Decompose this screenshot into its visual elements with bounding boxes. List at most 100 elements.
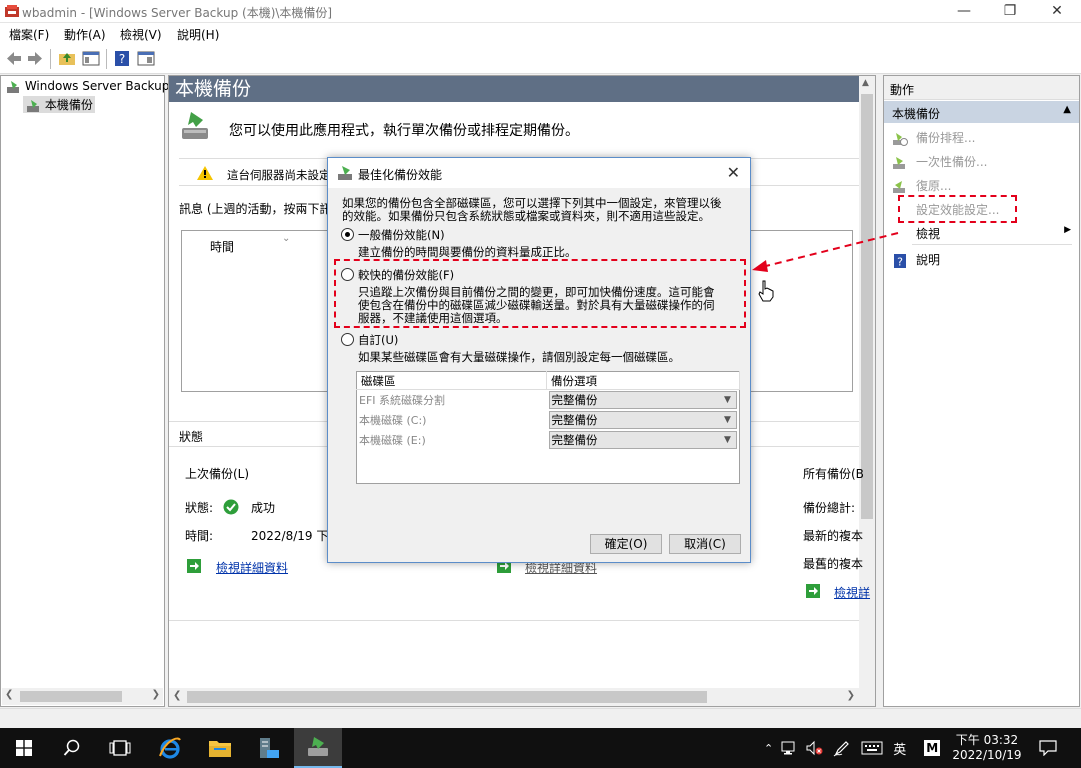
last-backup-details-link[interactable]: 檢視詳細資料 <box>216 559 288 576</box>
backup-option-select[interactable]: 完整備份 ▼ <box>548 410 737 429</box>
svg-text:?: ? <box>119 52 125 66</box>
recover-icon <box>893 180 905 193</box>
last-backup-status-value: 成功 <box>251 501 276 515</box>
tree-root-windows-server-backup[interactable]: Windows Server Backup <box>5 79 169 94</box>
clock[interactable]: 下午 03:32 2022/10/19 <box>952 728 1022 768</box>
up-folder-icon[interactable] <box>58 50 76 67</box>
action-recover[interactable]: 復原... <box>892 177 951 195</box>
pen-icon[interactable] <box>833 739 851 757</box>
scroll-up-icon[interactable]: ▲ <box>862 78 869 88</box>
radio-custom[interactable] <box>341 333 354 346</box>
backup-once-icon <box>893 156 905 169</box>
highlight-configure-performance <box>898 195 1017 223</box>
internet-explorer-icon <box>159 737 181 759</box>
scroll-left-icon[interactable]: ❮ <box>5 689 13 700</box>
sort-chevron-icon: ⌄ <box>282 233 291 244</box>
backup-app-icon <box>5 5 19 17</box>
action-label: 檢視 <box>916 227 941 241</box>
menu-file[interactable]: 檔案(F) <box>9 26 49 43</box>
restore-button[interactable]: ❐ <box>987 0 1033 22</box>
radio-normal-performance[interactable] <box>341 228 354 241</box>
menu-bar: 檔案(F) 動作(A) 檢視(V) 說明(H) <box>0 23 1081 44</box>
scroll-right-icon[interactable]: ❯ <box>152 689 160 700</box>
option-normal-label[interactable]: 一般備份效能(N) <box>358 228 445 242</box>
forward-arrow-icon[interactable] <box>26 50 44 67</box>
chevron-down-icon[interactable]: ▼ <box>720 392 736 408</box>
scroll-right-icon[interactable]: ❯ <box>847 690 855 701</box>
taskbar: ⌃ 英 M 下午 03:32 2022/10/19 <box>0 728 1081 768</box>
taskbar-file-explorer[interactable] <box>196 728 244 768</box>
close-icon[interactable]: ✕ <box>727 163 740 182</box>
chevron-down-icon[interactable]: ▼ <box>720 432 736 448</box>
table-row: 本機磁碟 (C:) 完整備份 ▼ <box>357 410 740 430</box>
scroll-thumb[interactable] <box>187 691 707 703</box>
volume-name: 本機磁碟 (C:) <box>359 413 427 427</box>
toolbar-separator <box>50 49 51 69</box>
notification-icon <box>1039 740 1057 756</box>
network-icon[interactable] <box>781 740 799 756</box>
minimize-button[interactable]: — <box>941 0 987 22</box>
tree-item-label: 本機備份 <box>44 98 93 112</box>
table-empty-row <box>357 450 740 484</box>
option-custom-label[interactable]: 自訂(U) <box>358 333 398 347</box>
ok-button[interactable]: 確定(O) <box>590 534 662 554</box>
show-hide-console-tree-icon[interactable] <box>82 50 100 67</box>
scroll-thumb[interactable] <box>861 94 873 519</box>
close-window-button[interactable]: ✕ <box>1034 0 1080 22</box>
dialog-intro-line-1: 如果您的備份包含全部磁碟區，您可以選擇下列其中一個設定，來管理以後 <box>342 196 722 210</box>
collapse-up-icon[interactable]: ▲ <box>1063 104 1071 115</box>
actions-section-local-backup[interactable]: 本機備份 ▲ <box>884 101 1079 123</box>
volume-name: 本機磁碟 (E:) <box>359 433 426 447</box>
ime-mode-indicator[interactable]: 英 <box>893 739 906 758</box>
volume-settings-table: 磁碟區 備份選項 EFI 系統磁碟分割 完整備份 ▼ 本機磁碟 (C:) 完整備份… <box>356 371 740 484</box>
option-normal-description: 建立備份的時間與要備份的資料量成正比。 <box>358 245 577 259</box>
intro-text: 您可以使用此應用程式，執行單次備份或排程定期備份。 <box>229 123 579 139</box>
column-header-time[interactable]: 時間 <box>210 238 234 255</box>
action-backup-schedule[interactable]: 備份排程... <box>892 129 975 147</box>
chevron-down-icon[interactable]: ▼ <box>720 412 736 428</box>
column-header-backup-option: 備份選項 <box>546 371 740 390</box>
go-arrow-icon <box>806 584 820 598</box>
help-icon[interactable]: ? <box>113 50 131 67</box>
search-button[interactable] <box>48 728 96 768</box>
details-horizontal-scrollbar[interactable]: ❮ ❯ <box>169 688 875 706</box>
taskbar-windows-server-backup[interactable] <box>294 728 342 768</box>
last-backup-title: 上次備份(L) <box>185 467 250 481</box>
show-hidden-icons-chevron-icon[interactable]: ⌃ <box>764 742 773 755</box>
server-manager-icon <box>260 738 279 758</box>
volume-muted-icon[interactable] <box>805 740 823 756</box>
action-center-button[interactable] <box>1024 728 1072 768</box>
backup-option-select[interactable]: 完整備份 ▼ <box>548 430 737 449</box>
task-view-button[interactable] <box>96 728 144 768</box>
action-view[interactable]: 檢視 ▶ <box>916 225 1071 242</box>
taskbar-internet-explorer[interactable] <box>146 728 194 768</box>
ime-indicator[interactable]: M <box>924 740 941 756</box>
hand-cursor-icon <box>758 280 774 302</box>
pane-header: 本機備份 <box>169 76 860 102</box>
scroll-thumb[interactable] <box>20 691 122 702</box>
tree-item-local-backup[interactable]: 本機備份 <box>23 96 95 113</box>
action-backup-once[interactable]: 一次性備份... <box>892 153 987 171</box>
last-backup-time-key: 時間: <box>185 529 214 543</box>
backup-option-select[interactable]: 完整備份 ▼ <box>548 390 737 409</box>
start-button[interactable] <box>0 728 48 768</box>
menu-help[interactable]: 說明(H) <box>177 26 219 43</box>
tree-horizontal-scrollbar[interactable]: ❮ ❯ <box>2 688 163 705</box>
backup-icon <box>7 80 19 93</box>
cancel-button[interactable]: 取消(C) <box>669 534 741 554</box>
show-hide-action-pane-icon[interactable] <box>137 50 155 67</box>
menu-view[interactable]: 檢視(V) <box>120 26 162 43</box>
optimize-backup-performance-dialog: 最佳化備份效能 ✕ 如果您的備份包含全部磁碟區，您可以選擇下列其中一個設定，來管… <box>327 157 751 563</box>
table-header-row: 磁碟區 備份選項 <box>356 371 740 390</box>
back-arrow-icon[interactable] <box>5 50 23 67</box>
menu-action[interactable]: 動作(A) <box>64 26 106 43</box>
dialog-title-bar: 最佳化備份效能 ✕ <box>328 158 750 188</box>
desktop: wbadmin - [Windows Server Backup (本機)\本機… <box>0 0 1081 768</box>
keyboard-icon[interactable] <box>861 741 883 755</box>
toolbar-separator <box>106 49 107 69</box>
taskbar-server-manager[interactable] <box>245 728 293 768</box>
scroll-left-icon[interactable]: ❮ <box>173 690 181 701</box>
all-backups-title: 所有備份(B <box>803 467 864 481</box>
all-backups-details-link[interactable]: 檢視詳 <box>834 584 870 601</box>
system-tray: ⌃ 英 M <box>764 728 956 768</box>
